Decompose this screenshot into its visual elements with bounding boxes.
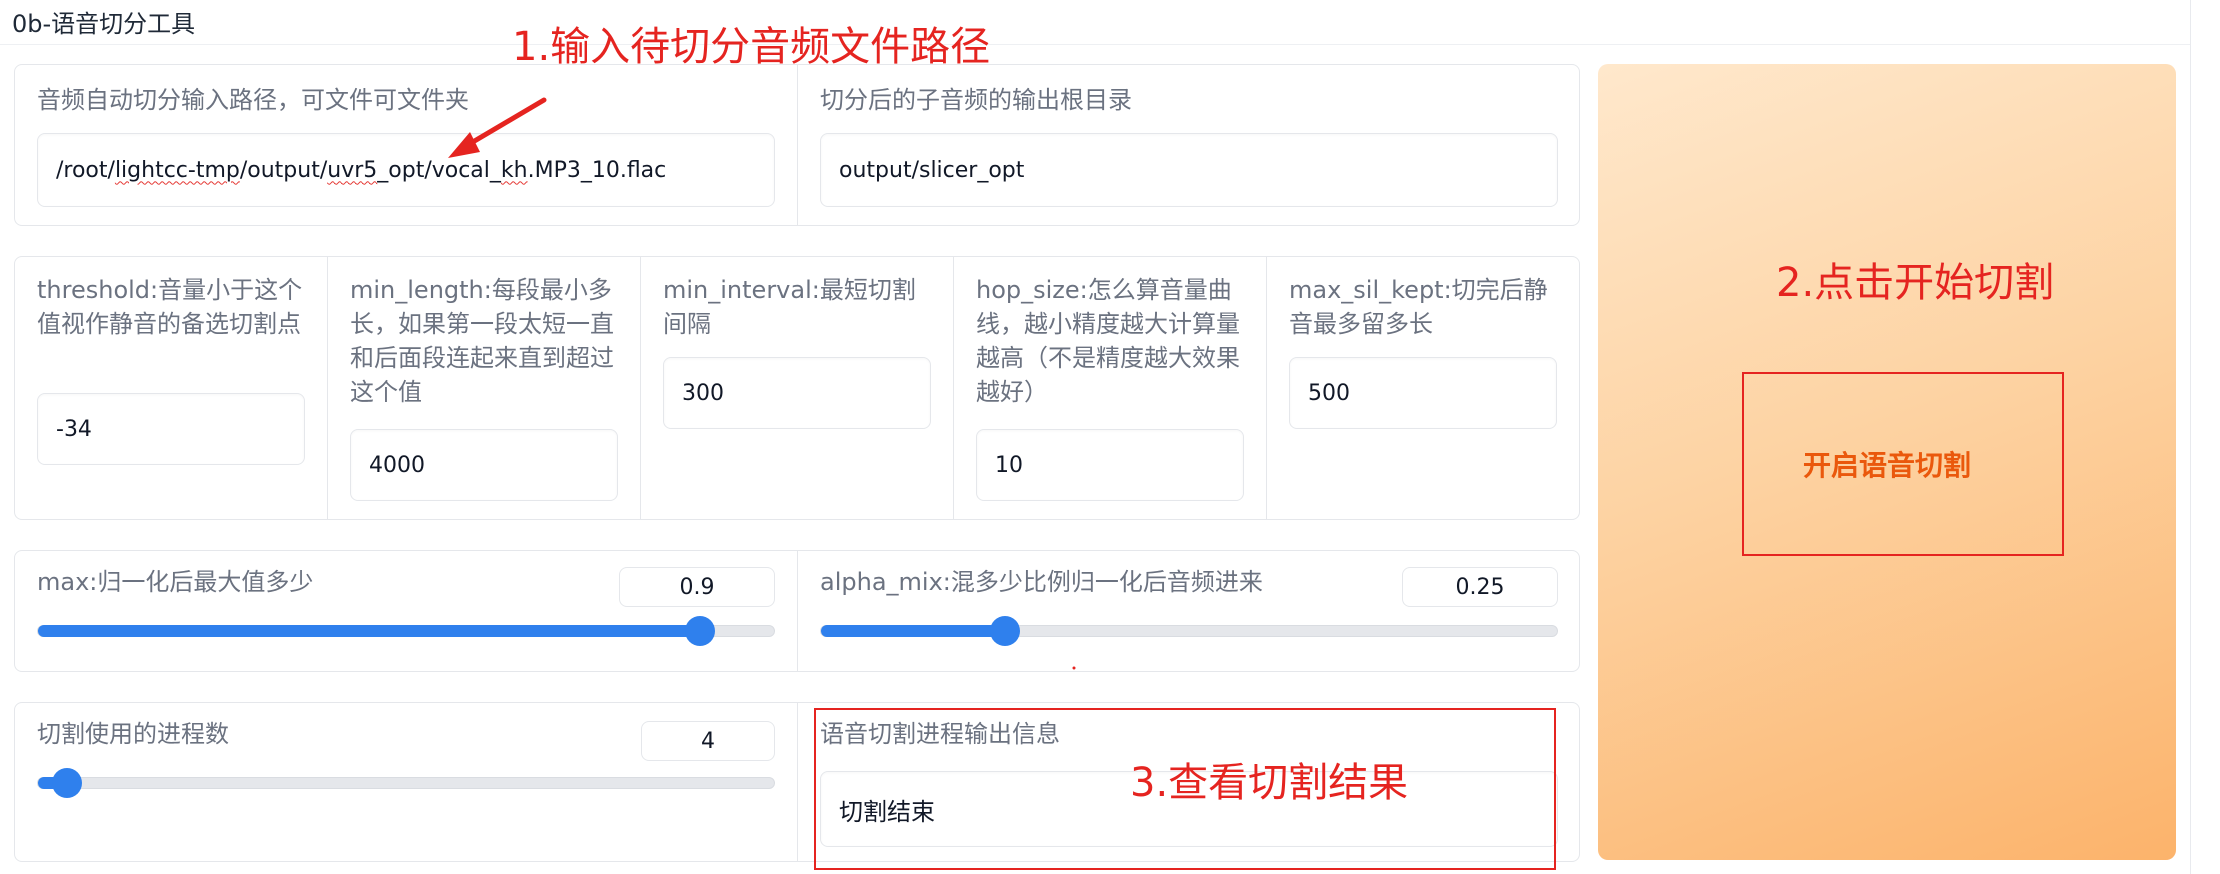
output-path-label: 切分后的子音频的输出根目录 — [820, 86, 1132, 114]
input-path-seg: lightcc-tmp — [114, 157, 240, 183]
alpha-mix-slider-cell: alpha_mix:混多少比例归一化后音频进来 0.25 — [797, 551, 1579, 671]
min-length-cell: min_length:每段最小多长，如果第一段太短一直和后面段连起来直到超过这个… — [327, 257, 640, 519]
input-path-seg: uvr5 — [327, 157, 378, 183]
processes-value-box[interactable]: 4 — [641, 721, 775, 761]
input-path-seg: .MP3_10.flac — [527, 157, 667, 183]
input-path-seg: /output/ — [239, 157, 328, 183]
output-path-cell: 切分后的子音频的输出根目录 output/slicer_opt — [797, 65, 1579, 225]
max-sil-kept-cell: max_sil_kept:切完后静音最多留多长 500 — [1266, 257, 1579, 519]
app-title: 0b-语音切分工具 — [12, 10, 196, 38]
annotation-step2: 2.点击开始切割 — [1776, 260, 2055, 306]
min-interval-input[interactable]: 300 — [663, 357, 931, 429]
hop-size-label: hop_size:怎么算音量曲线，越小精度越大计算量越高（不是精度越大效果越好） — [976, 276, 1240, 406]
processes-slider-track[interactable] — [37, 768, 775, 798]
min-length-label: min_length:每段最小多长，如果第一段太短一直和后面段连起来直到超过这个… — [350, 276, 614, 406]
mix-sliders-panel: max:归一化后最大值多少 0.9 alpha_mix:混多少比例归一化后音频进… — [14, 550, 1580, 672]
max-sil-kept-label: max_sil_kept:切完后静音最多留多长 — [1289, 276, 1548, 338]
threshold-label: threshold:音量小于这个值视作静音的备选切割点 — [37, 276, 303, 338]
max-slider-cell: max:归一化后最大值多少 0.9 — [15, 551, 797, 671]
hop-size-input[interactable]: 10 — [976, 429, 1244, 501]
input-path-seg: /root/ — [56, 157, 115, 183]
min-length-input[interactable]: 4000 — [350, 429, 618, 501]
alpha-mix-slider-fill — [821, 625, 1005, 637]
alpha-mix-label: alpha_mix:混多少比例归一化后音频进来 — [820, 568, 1263, 596]
threshold-input[interactable]: -34 — [37, 393, 305, 465]
max-slider-fill — [38, 625, 701, 637]
input-path-seg: _opt/vocal_ — [377, 157, 501, 183]
max-slider-track[interactable] — [37, 616, 775, 646]
max-slider-thumb[interactable] — [685, 616, 716, 646]
max-sil-kept-input[interactable]: 500 — [1289, 357, 1557, 429]
min-interval-label: min_interval:最短切割间隔 — [663, 276, 916, 338]
alpha-mix-slider-track[interactable] — [820, 616, 1558, 646]
annotation-step1: 1.输入待切分音频文件路径 — [512, 24, 991, 70]
input-path-cell: 音频自动切分输入路径，可文件可文件夹 /root/lightcc-tmp/out… — [15, 65, 797, 225]
min-interval-cell: min_interval:最短切割间隔 300 — [640, 257, 953, 519]
input-path-seg: kh — [500, 157, 528, 183]
annotation-button-highlight — [1742, 372, 2064, 556]
page-frame: 0b-语音切分工具 音频自动切分输入路径，可文件可文件夹 /root/light… — [0, 0, 2220, 874]
hop-size-cell: hop_size:怎么算音量曲线，越小精度越大计算量越高（不是精度越大效果越好）… — [953, 257, 1266, 519]
processes-cell: 切割使用的进程数 4 — [15, 703, 797, 861]
input-path-label: 音频自动切分输入路径，可文件可文件夹 — [37, 86, 469, 114]
input-path-field[interactable]: /root/lightcc-tmp/output/uvr5 _opt/vocal_… — [37, 133, 775, 207]
annotation-output-highlight — [814, 708, 1556, 870]
divider — [0, 44, 2190, 45]
max-value-box[interactable]: 0.9 — [619, 567, 775, 607]
page-edge — [2190, 0, 2191, 874]
params-panel: threshold:音量小于这个值视作静音的备选切割点 -34 min_leng… — [14, 256, 1580, 520]
alpha-mix-slider-thumb[interactable] — [990, 616, 1020, 646]
paths-panel: 音频自动切分输入路径，可文件可文件夹 /root/lightcc-tmp/out… — [14, 64, 1580, 226]
output-path-field[interactable]: output/slicer_opt — [820, 133, 1558, 207]
threshold-cell: threshold:音量小于这个值视作静音的备选切割点 -34 — [15, 257, 327, 519]
max-slider-label: max:归一化后最大值多少 — [37, 568, 314, 596]
processes-slider-thumb[interactable] — [52, 768, 83, 798]
alpha-mix-value-box[interactable]: 0.25 — [1402, 567, 1558, 607]
processes-label: 切割使用的进程数 — [37, 720, 229, 748]
